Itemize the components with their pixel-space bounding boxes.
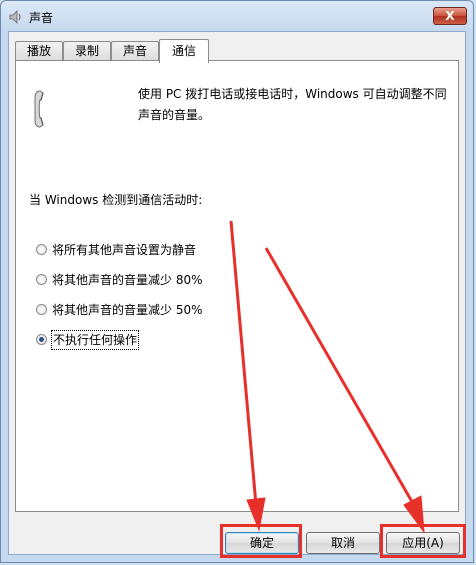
tab-communications[interactable]: 通信 [159, 39, 209, 63]
annotation-arrows [229, 220, 425, 534]
arrow-to-apply-shaft [264, 247, 417, 508]
arrow-to-apply-head [403, 495, 425, 534]
arrow-to-ok-shaft [229, 220, 258, 506]
arrow-to-ok-head [246, 497, 266, 532]
